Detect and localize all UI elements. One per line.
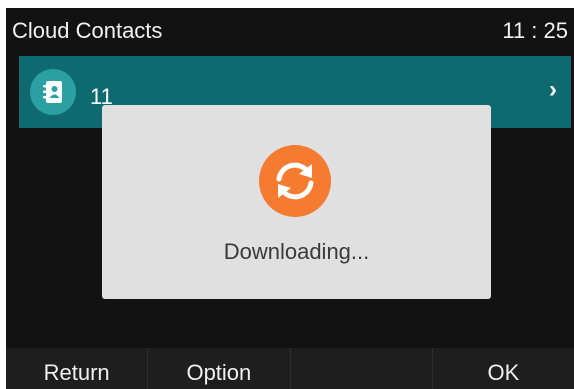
return-softkey[interactable]: Return (6, 348, 149, 389)
clock: 11 : 25 (502, 18, 568, 43)
downloading-dialog: Downloading... (102, 105, 491, 299)
title-bar: Cloud Contacts 11 : 25 (6, 8, 574, 54)
ok-softkey[interactable]: OK (433, 348, 574, 389)
contact-book-icon (30, 69, 76, 115)
page-title: Cloud Contacts (12, 18, 163, 43)
option-softkey[interactable]: Option (148, 348, 291, 389)
phone-screen: Cloud Contacts 11 : 25 11 › Downloading.… (6, 8, 574, 389)
dialog-message: Downloading... (223, 239, 370, 264)
empty-softkey[interactable] (291, 348, 433, 389)
sync-icon (259, 145, 331, 217)
softkey-bar: Return Option OK (6, 348, 574, 389)
chevron-right-icon: › (549, 76, 557, 103)
